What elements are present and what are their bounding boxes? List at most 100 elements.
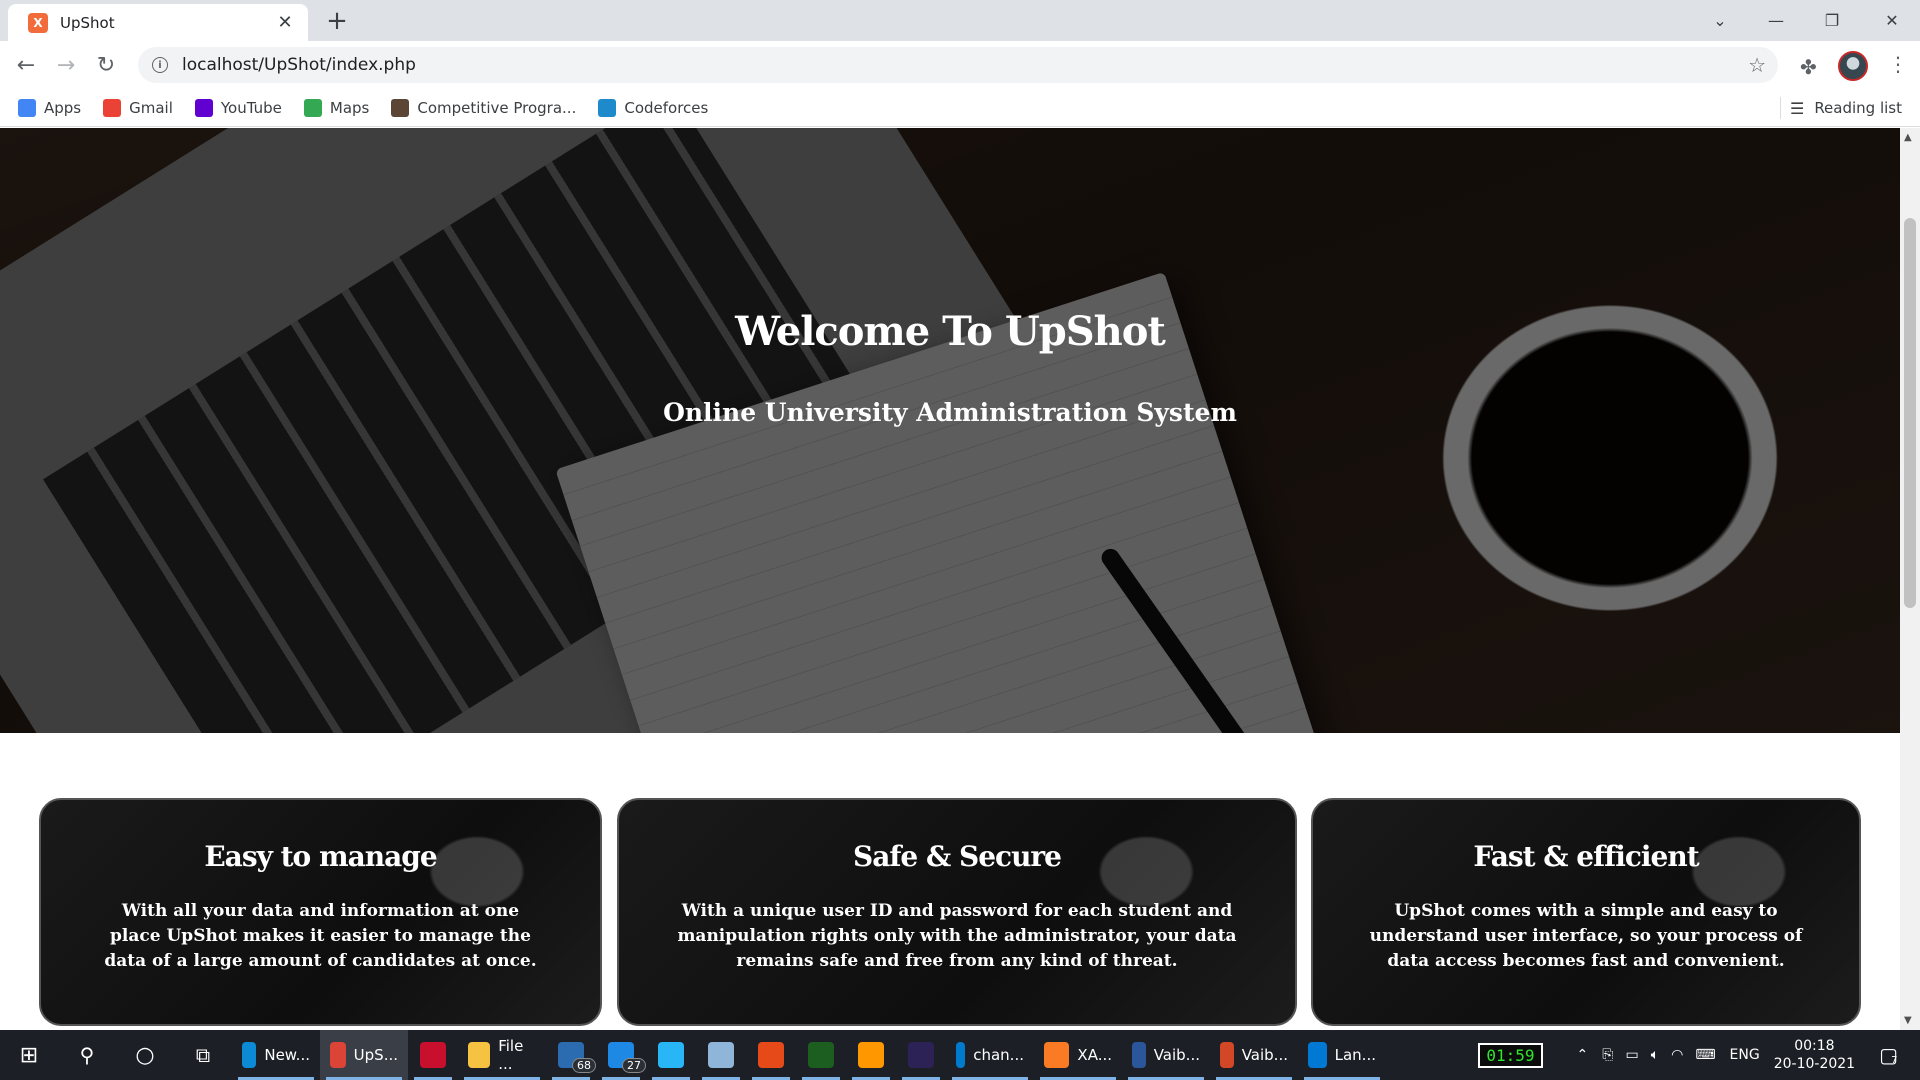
- eclipse-icon: [908, 1042, 934, 1068]
- feature-card-text: With a unique user ID and password for e…: [677, 901, 1237, 971]
- hero-dark-overlay: [0, 128, 1900, 733]
- site-info-icon[interactable]: i: [152, 57, 168, 73]
- clock-date: 20-10-2021: [1773, 1056, 1856, 1072]
- close-window-button[interactable]: ✕: [1864, 0, 1920, 41]
- l-app-icon: [658, 1042, 684, 1068]
- virtualbox-icon: [708, 1042, 734, 1068]
- scrollbar-thumb[interactable]: [1904, 218, 1916, 608]
- extensions-puzzle-icon[interactable]: ✤: [1800, 55, 1824, 79]
- hero-title: Welcome To UpShot: [735, 308, 1166, 355]
- taskbar-app[interactable]: [696, 1030, 746, 1080]
- taskbar-app[interactable]: Vaib...: [1122, 1030, 1210, 1080]
- apps-grid-icon: [18, 98, 36, 117]
- terminal-icon: [808, 1042, 834, 1068]
- browser-tab-strip: X UpShot ✕ + ⌄ — ❐ ✕: [0, 0, 1920, 41]
- clock[interactable]: 00:18 20-10-2021: [1774, 1037, 1855, 1073]
- taskbar-app[interactable]: [408, 1030, 458, 1080]
- taskbar-app[interactable]: File ...: [458, 1030, 546, 1080]
- taskbar-app[interactable]: UpS...: [320, 1030, 408, 1080]
- taskbar-app-label: File ...: [498, 1037, 524, 1073]
- taskbar-app[interactable]: chan...: [946, 1030, 1034, 1080]
- address-bar[interactable]: i localhost/UpShot/index.php ☆: [138, 47, 1778, 83]
- timer-widget[interactable]: 01:59: [1478, 1042, 1543, 1068]
- feature-card-text: With all your data and information at on…: [104, 901, 537, 971]
- bookmark-label: Codeforces: [624, 98, 709, 117]
- browser-tab[interactable]: X UpShot ✕: [8, 4, 308, 41]
- windows-taskbar: ⊞ ⚲ ○ ⧉ New... UpS... File ... 68 27 chan... X…: [0, 1030, 1920, 1080]
- maps-pin-icon: [303, 98, 322, 117]
- volume-icon[interactable]: 🔈︎: [1651, 1047, 1659, 1063]
- scroll-up-arrow-icon[interactable]: ▲: [1904, 132, 1912, 143]
- xampp-icon: [1044, 1042, 1070, 1068]
- bookmark-item[interactable]: Gmail: [103, 98, 173, 117]
- word-icon: [1132, 1042, 1146, 1068]
- battery-icon[interactable]: ▭: [1625, 1047, 1638, 1063]
- new-tab-button[interactable]: +: [322, 6, 352, 36]
- taskbar-app[interactable]: Vaib...: [1210, 1030, 1298, 1080]
- codeforces-icon: [598, 98, 617, 117]
- powerpoint-icon: [1220, 1042, 1234, 1068]
- taskbar-app[interactable]: [846, 1030, 896, 1080]
- wifi-icon[interactable]: ◠: [1671, 1047, 1683, 1063]
- system-tray: 01:59 ⌃ ⎘ ▭ 🔈︎ ◠ ⌨ ENG 00:18 20-10-2021 …: [1478, 1030, 1920, 1080]
- taskbar-app-label: Lan...: [1334, 1046, 1376, 1064]
- bookmark-item[interactable]: Maps: [303, 98, 370, 117]
- tray-chevron-icon[interactable]: ⌃: [1577, 1047, 1589, 1063]
- profile-avatar[interactable]: [1838, 51, 1868, 81]
- feature-card-title: Easy to manage: [204, 840, 437, 873]
- taskbar-badge: 68: [572, 1058, 596, 1073]
- taskbar-app[interactable]: [646, 1030, 696, 1080]
- edge-icon: [242, 1042, 257, 1068]
- bookmark-label: Competitive Progra...: [417, 98, 577, 117]
- taskbar-app-label: New...: [264, 1046, 310, 1064]
- taskbar-app[interactable]: 27: [596, 1030, 646, 1080]
- search-icon[interactable]: ⚲: [58, 1030, 116, 1080]
- bookmark-item[interactable]: Competitive Progra...: [391, 98, 577, 117]
- clock-time: 00:18: [1794, 1038, 1835, 1054]
- taskbar-app[interactable]: [796, 1030, 846, 1080]
- chrome-icon: [330, 1042, 346, 1068]
- xampp-favicon-icon: X: [28, 12, 48, 33]
- page-scrollbar[interactable]: ▲ ▼: [1900, 128, 1920, 1030]
- restore-button[interactable]: ❐: [1804, 0, 1860, 41]
- tab-search-chevron-icon[interactable]: ⌄: [1692, 0, 1748, 41]
- hero-banner: Welcome To UpShot Online University Admi…: [0, 128, 1900, 733]
- bookmark-item[interactable]: Apps: [18, 98, 82, 117]
- notifications-icon[interactable]: ▢ 7: [1879, 1043, 1898, 1067]
- feature-card-title: Fast & efficient: [1473, 840, 1699, 873]
- back-arrow-icon[interactable]: ←: [10, 49, 42, 81]
- reading-list-button[interactable]: ☰ Reading list: [1790, 89, 1902, 127]
- taskbar-app[interactable]: [746, 1030, 796, 1080]
- minimize-button[interactable]: —: [1748, 0, 1804, 41]
- windows-start-icon[interactable]: ⊞: [0, 1030, 58, 1080]
- feature-card-easy: Easy to manage With all your data and in…: [39, 798, 602, 1026]
- bookmark-star-icon[interactable]: ☆: [1748, 53, 1766, 77]
- bookmark-item[interactable]: Codeforces: [598, 98, 709, 117]
- reload-icon[interactable]: ↻: [90, 49, 122, 81]
- browser-toolbar: ← → ↻ i localhost/UpShot/index.php ☆: [0, 41, 1920, 89]
- taskbar-badge: 27: [622, 1058, 646, 1073]
- bookmarks-divider: [1780, 97, 1781, 119]
- keyboard-icon[interactable]: ⌨: [1695, 1047, 1715, 1063]
- url-text[interactable]: localhost/UpShot/index.php: [182, 55, 416, 75]
- cortana-icon[interactable]: ○: [116, 1030, 174, 1080]
- close-tab-icon[interactable]: ✕: [274, 12, 296, 33]
- taskbar-app[interactable]: XA...: [1034, 1030, 1122, 1080]
- taskbar-app[interactable]: New...: [232, 1030, 320, 1080]
- bookmark-item[interactable]: YouTube: [194, 98, 282, 117]
- bookmark-label: Maps: [329, 98, 370, 117]
- bookmark-label: Apps: [44, 98, 82, 117]
- scroll-down-arrow-icon[interactable]: ▼: [1904, 1015, 1912, 1026]
- task-view-icon[interactable]: ⧉: [174, 1030, 232, 1080]
- language-indicator[interactable]: ENG: [1730, 1047, 1760, 1063]
- reading-list-label: Reading list: [1814, 99, 1902, 117]
- forward-arrow-icon[interactable]: →: [50, 49, 82, 81]
- taskbar-app[interactable]: [896, 1030, 946, 1080]
- meet-now-icon[interactable]: ⎘: [1602, 1047, 1613, 1063]
- feature-cards: Easy to manage With all your data and in…: [0, 798, 1900, 1028]
- taskbar-app[interactable]: 68: [546, 1030, 596, 1080]
- taskbar-app[interactable]: Lan...: [1298, 1030, 1386, 1080]
- browser-menu-icon[interactable]: ⋮: [1888, 52, 1908, 76]
- mcafee-icon: [420, 1042, 446, 1068]
- sublime-icon: [858, 1042, 884, 1068]
